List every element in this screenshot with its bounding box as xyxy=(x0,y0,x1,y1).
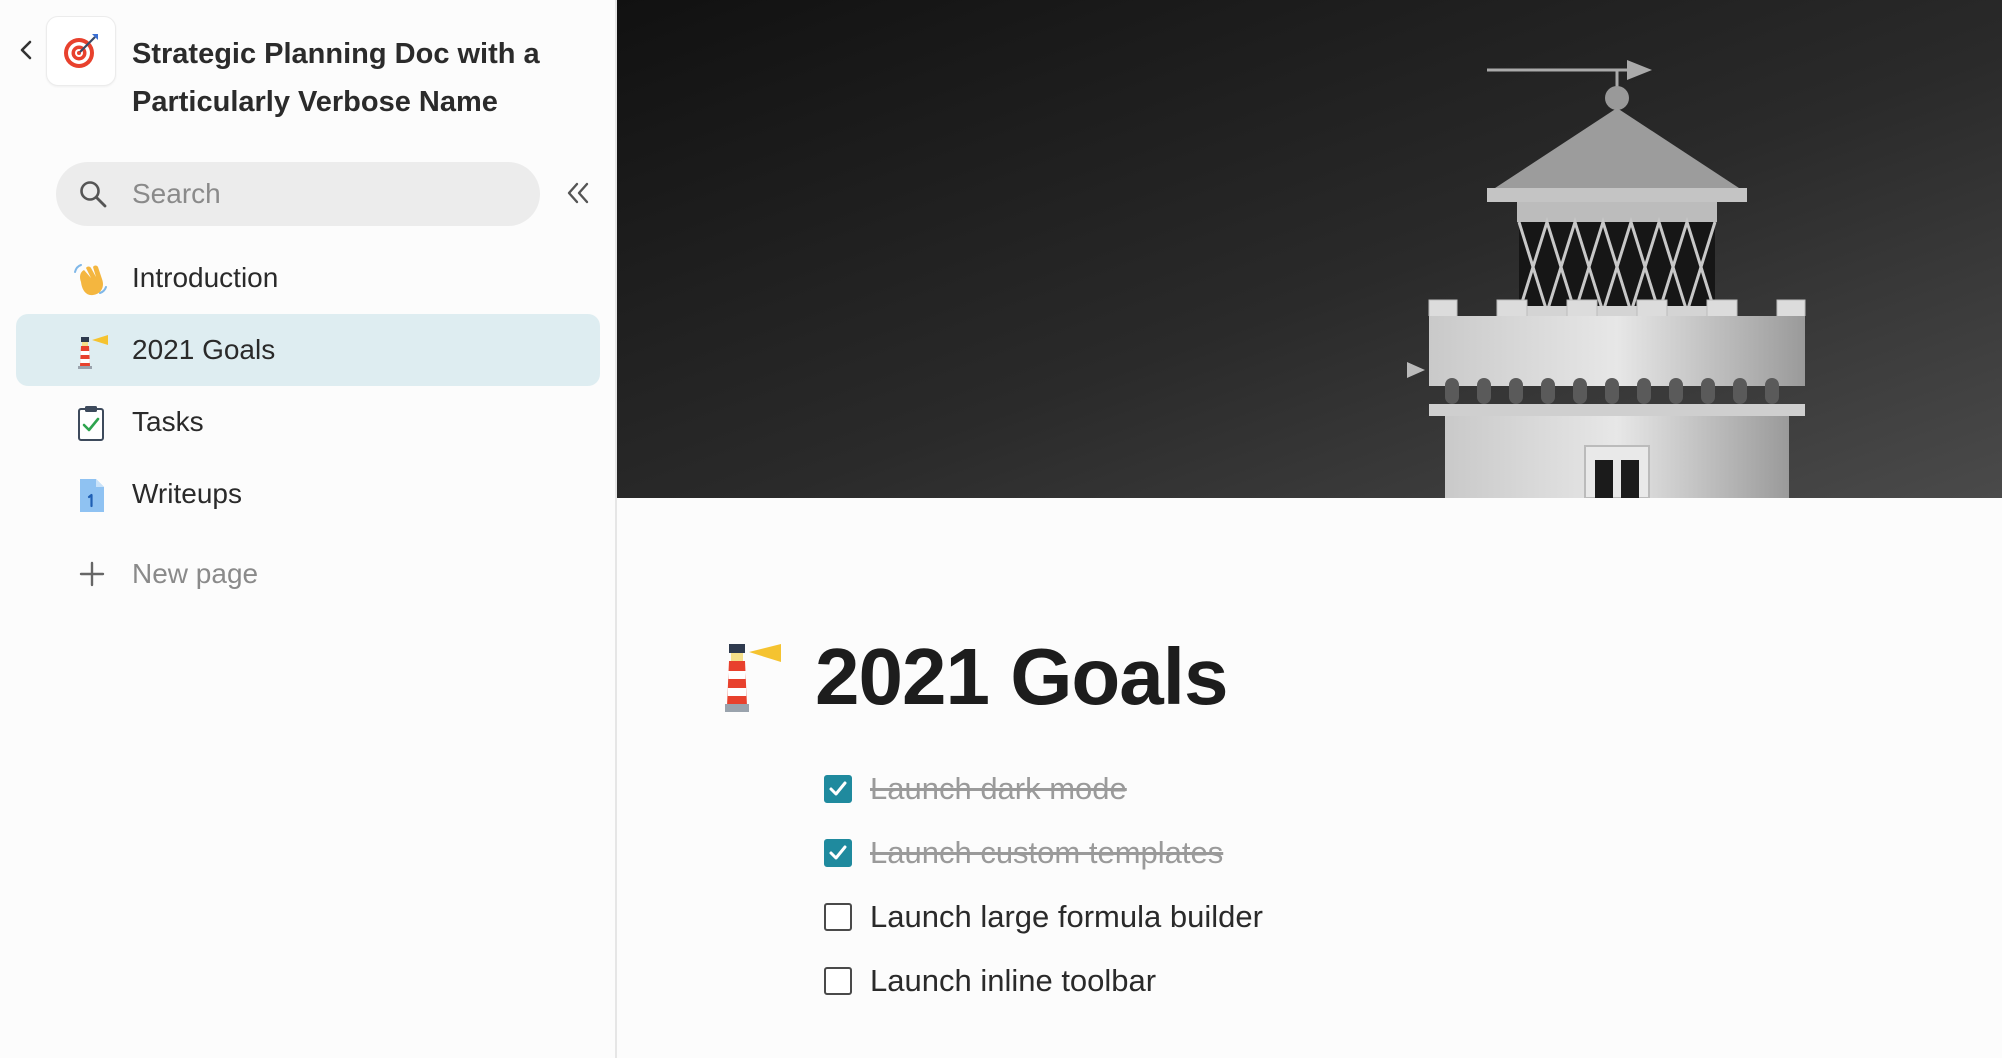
sidebar-item-label: Tasks xyxy=(132,406,204,437)
sidebar-item-label: Writeups xyxy=(132,478,242,509)
todo-item[interactable]: Launch inline toolbar xyxy=(824,956,1156,1006)
checkbox-checked[interactable] xyxy=(824,839,852,867)
checkbox-unchecked[interactable] xyxy=(824,903,852,931)
sidebar-item-introduction[interactable]: Introduction xyxy=(16,242,600,314)
todo-text[interactable]: Launch large formula builder xyxy=(870,899,1263,935)
collapse-sidebar-icon[interactable] xyxy=(564,179,592,207)
todo-item[interactable]: Launch dark mode xyxy=(824,764,1127,814)
sidebar: Strategic Planning Doc with a Particular… xyxy=(0,0,617,1058)
search-icon xyxy=(80,181,107,208)
todo-item[interactable]: Launch custom templates xyxy=(824,828,1223,878)
checkbox-unchecked[interactable] xyxy=(824,967,852,995)
sidebar-item-label: 2021 Goals xyxy=(132,334,276,365)
search-input[interactable] xyxy=(132,162,522,226)
doc-icon[interactable] xyxy=(46,16,116,86)
checkmark-icon xyxy=(829,845,847,860)
new-page-button[interactable]: New page xyxy=(16,538,600,610)
sidebar-item-writeups[interactable]: Writeups xyxy=(16,458,600,530)
document-icon xyxy=(80,479,104,512)
search-bar[interactable] xyxy=(56,162,540,226)
plus-icon xyxy=(79,561,105,587)
new-page-label: New page xyxy=(132,558,259,589)
cover-image[interactable] xyxy=(617,0,2002,498)
waving-hand-icon xyxy=(74,264,107,296)
todo-item[interactable]: Launch large formula builder xyxy=(824,892,1263,942)
chevron-left-icon[interactable] xyxy=(16,38,36,62)
todo-text[interactable]: Launch custom templates xyxy=(870,835,1223,871)
sidebar-item-label: Introduction xyxy=(132,262,279,293)
sidebar-item-2021-goals[interactable]: 2021 Goals xyxy=(16,314,600,386)
doc-title[interactable]: Strategic Planning Doc with a Particular… xyxy=(132,30,572,126)
sidebar-item-tasks[interactable]: Tasks xyxy=(16,386,600,458)
todo-text[interactable]: Launch inline toolbar xyxy=(870,963,1156,999)
page-title[interactable]: 2021 Goals xyxy=(815,622,1228,732)
main-content: 2021 Goals Launch dark mode Launch custo… xyxy=(617,0,2002,1058)
checkmark-icon xyxy=(829,781,847,796)
todo-text[interactable]: Launch dark mode xyxy=(870,771,1127,807)
lighthouse-icon xyxy=(78,335,108,369)
target-icon xyxy=(64,34,98,68)
clipboard-check-icon xyxy=(78,406,104,441)
checkbox-checked[interactable] xyxy=(824,775,852,803)
lighthouse-icon[interactable] xyxy=(715,638,781,714)
